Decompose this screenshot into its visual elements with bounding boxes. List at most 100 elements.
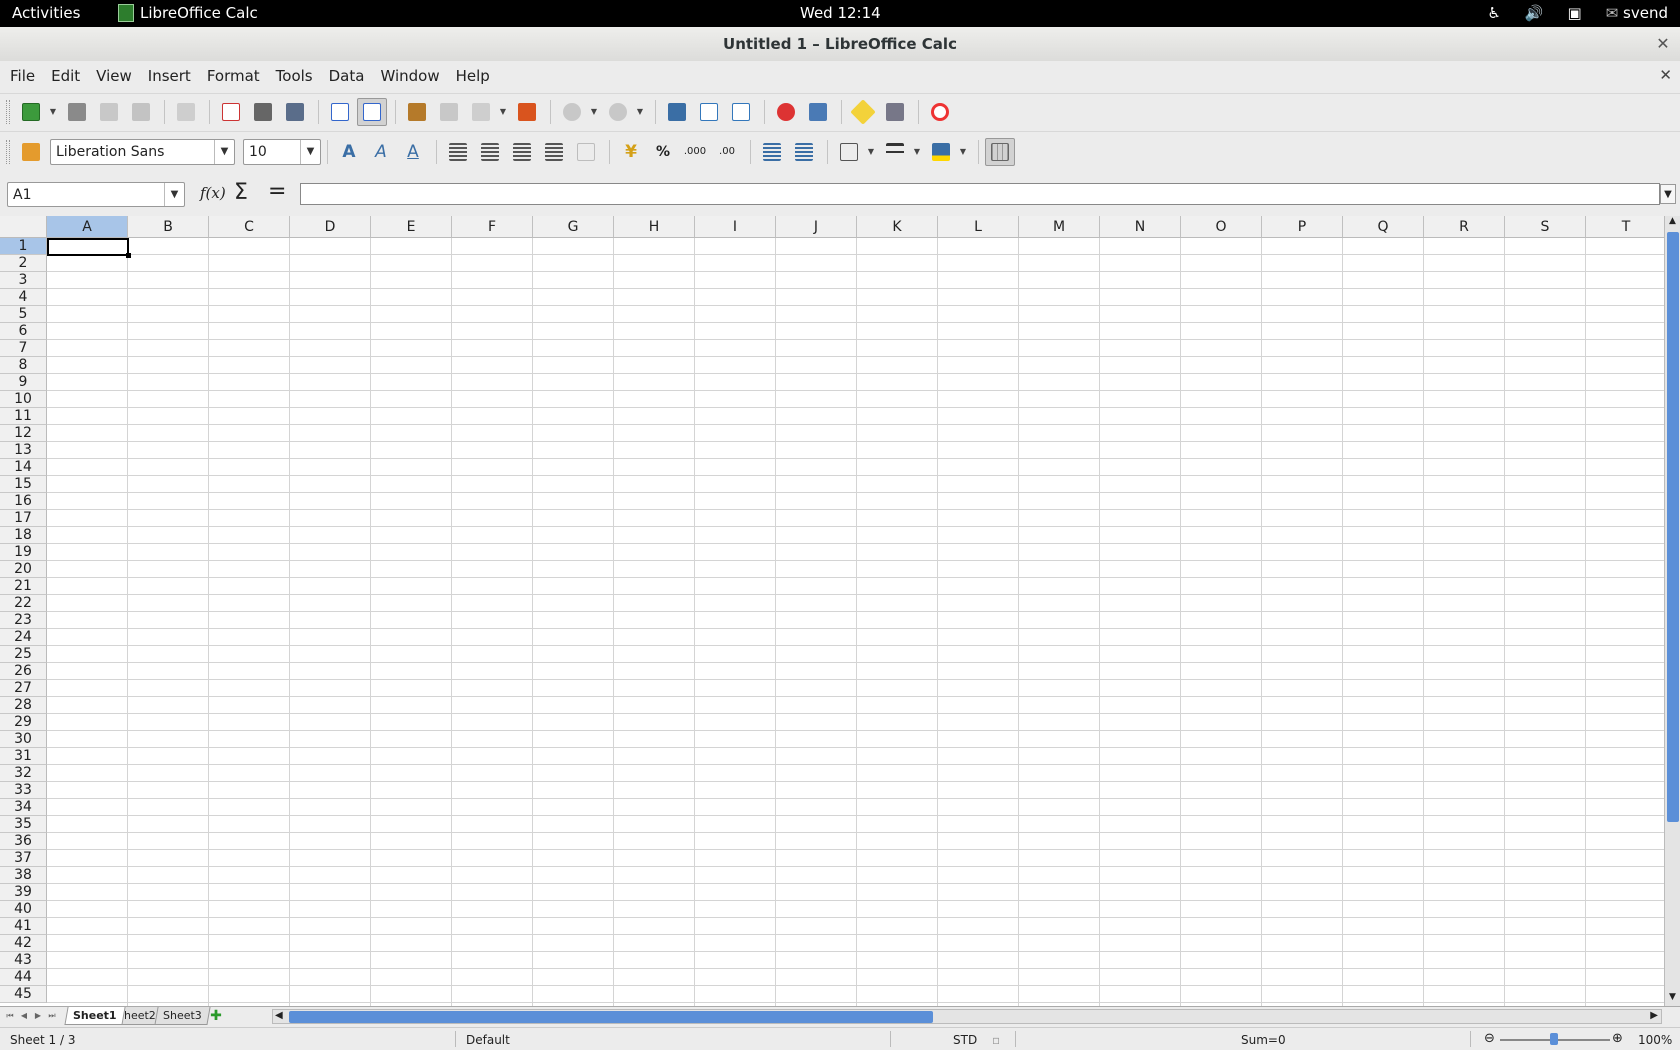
sum-display[interactable]: Sum=0 — [1241, 1033, 1286, 1047]
cell-area[interactable] — [47, 238, 1664, 1006]
chevron-down-icon[interactable]: ▼ — [300, 139, 320, 164]
row-header[interactable]: 14 — [0, 459, 47, 476]
new-dropdown-icon[interactable]: ▼ — [48, 107, 58, 116]
scroll-up-icon[interactable]: ▲ — [1665, 216, 1680, 230]
sum-button[interactable]: Σ — [234, 180, 248, 205]
page-style[interactable]: Default — [466, 1033, 510, 1047]
selection-mode[interactable]: STD — [953, 1033, 977, 1047]
background-color-button[interactable] — [926, 138, 956, 166]
expand-formula-bar-icon[interactable]: ▼ — [1660, 184, 1676, 204]
italic-button[interactable]: A — [366, 138, 396, 166]
row-header[interactable]: 15 — [0, 476, 47, 493]
print-button[interactable] — [248, 98, 278, 126]
row-header[interactable]: 22 — [0, 595, 47, 612]
next-sheet-icon[interactable]: ▶ — [32, 1010, 44, 1022]
zoom-out-icon[interactable]: ⊖ — [1484, 1031, 1495, 1046]
menu-window[interactable]: Window — [372, 67, 447, 85]
row-header[interactable]: 33 — [0, 782, 47, 799]
print-preview-button[interactable] — [280, 98, 310, 126]
row-header[interactable]: 16 — [0, 493, 47, 510]
gallery-button[interactable] — [880, 98, 910, 126]
sheet-tab-sheet1[interactable]: Sheet1 — [64, 1007, 126, 1025]
row-header[interactable]: 40 — [0, 901, 47, 918]
border-style-button[interactable] — [880, 138, 910, 166]
column-header[interactable]: B — [128, 216, 209, 238]
row-header[interactable]: 31 — [0, 748, 47, 765]
chevron-down-icon[interactable]: ▼ — [214, 139, 234, 164]
column-header[interactable]: Q — [1343, 216, 1424, 238]
column-header[interactable]: E — [371, 216, 452, 238]
clock[interactable]: Wed 12:14 — [800, 4, 881, 22]
menu-view[interactable]: View — [88, 67, 140, 85]
sheet-tab-sheet3[interactable]: Sheet3 — [154, 1007, 211, 1025]
user-menu[interactable]: ✉ svend — [1606, 4, 1668, 22]
save-button[interactable] — [94, 98, 124, 126]
toggle-grid-button[interactable] — [985, 137, 1015, 166]
insert-chart-button[interactable] — [771, 98, 801, 126]
column-header[interactable]: P — [1262, 216, 1343, 238]
row-header[interactable]: 10 — [0, 391, 47, 408]
column-header[interactable]: T — [1586, 216, 1667, 238]
menu-file[interactable]: File — [2, 67, 43, 85]
clone-formatting-button[interactable] — [512, 98, 542, 126]
row-header[interactable]: 9 — [0, 374, 47, 391]
currency-format-button[interactable]: ¥ — [616, 138, 646, 166]
row-header[interactable]: 18 — [0, 527, 47, 544]
edit-mode-button[interactable] — [171, 98, 201, 126]
row-header[interactable]: 20 — [0, 561, 47, 578]
column-header[interactable]: A — [47, 216, 128, 238]
row-header[interactable]: 42 — [0, 935, 47, 952]
menu-insert[interactable]: Insert — [140, 67, 199, 85]
row-header[interactable]: 39 — [0, 884, 47, 901]
row-header[interactable]: 43 — [0, 952, 47, 969]
row-header[interactable]: 30 — [0, 731, 47, 748]
last-sheet-icon[interactable]: ⏭ — [46, 1010, 58, 1022]
row-header[interactable]: 34 — [0, 799, 47, 816]
row-header[interactable]: 45 — [0, 986, 47, 1003]
scroll-left-icon[interactable]: ◀ — [275, 1010, 283, 1021]
menu-data[interactable]: Data — [321, 67, 373, 85]
undo-dropdown-icon[interactable]: ▼ — [589, 107, 599, 116]
app-menu[interactable]: LibreOffice Calc — [118, 4, 258, 22]
row-header[interactable]: 37 — [0, 850, 47, 867]
scroll-right-icon[interactable]: ▶ — [1650, 1010, 1658, 1021]
name-box[interactable]: A1 ▼ — [7, 182, 185, 207]
function-button[interactable]: = — [268, 179, 286, 204]
zoom-in-icon[interactable]: ⊕ — [1612, 1031, 1623, 1046]
row-header[interactable]: 32 — [0, 765, 47, 782]
align-center-button[interactable] — [475, 138, 505, 166]
decrease-indent-button[interactable] — [757, 138, 787, 166]
add-decimal-button[interactable]: .000 — [680, 138, 710, 166]
row-header[interactable]: 2 — [0, 255, 47, 272]
font-size-combo[interactable]: 10 ▼ — [243, 138, 321, 165]
scroll-down-icon[interactable]: ▼ — [1665, 992, 1680, 1006]
font-name-combo[interactable]: Liberation Sans ▼ — [50, 138, 235, 165]
zoom-slider-handle[interactable] — [1550, 1033, 1558, 1045]
column-header[interactable]: C — [209, 216, 290, 238]
volume-icon[interactable]: 🔊 — [1525, 4, 1544, 22]
row-header[interactable]: 38 — [0, 867, 47, 884]
row-header[interactable]: 23 — [0, 612, 47, 629]
email-button[interactable] — [126, 98, 156, 126]
column-header[interactable]: S — [1505, 216, 1586, 238]
row-header[interactable]: 11 — [0, 408, 47, 425]
row-header[interactable]: 36 — [0, 833, 47, 850]
row-header[interactable]: 17 — [0, 510, 47, 527]
row-header[interactable]: 4 — [0, 289, 47, 306]
column-header[interactable]: H — [614, 216, 695, 238]
merge-cells-button[interactable] — [571, 138, 601, 166]
border-style-dropdown-icon[interactable]: ▼ — [912, 147, 922, 156]
sort-descending-button[interactable] — [726, 98, 756, 126]
underline-button[interactable]: A — [398, 138, 428, 166]
row-header[interactable]: 35 — [0, 816, 47, 833]
row-header[interactable]: 19 — [0, 544, 47, 561]
delete-decimal-button[interactable]: .00 — [712, 138, 742, 166]
row-header[interactable]: 25 — [0, 646, 47, 663]
column-header[interactable]: N — [1100, 216, 1181, 238]
column-header[interactable]: R — [1424, 216, 1505, 238]
borders-button[interactable] — [834, 138, 864, 166]
column-header[interactable]: M — [1019, 216, 1100, 238]
row-header[interactable]: 12 — [0, 425, 47, 442]
percent-format-button[interactable]: % — [648, 138, 678, 166]
row-header[interactable]: 5 — [0, 306, 47, 323]
